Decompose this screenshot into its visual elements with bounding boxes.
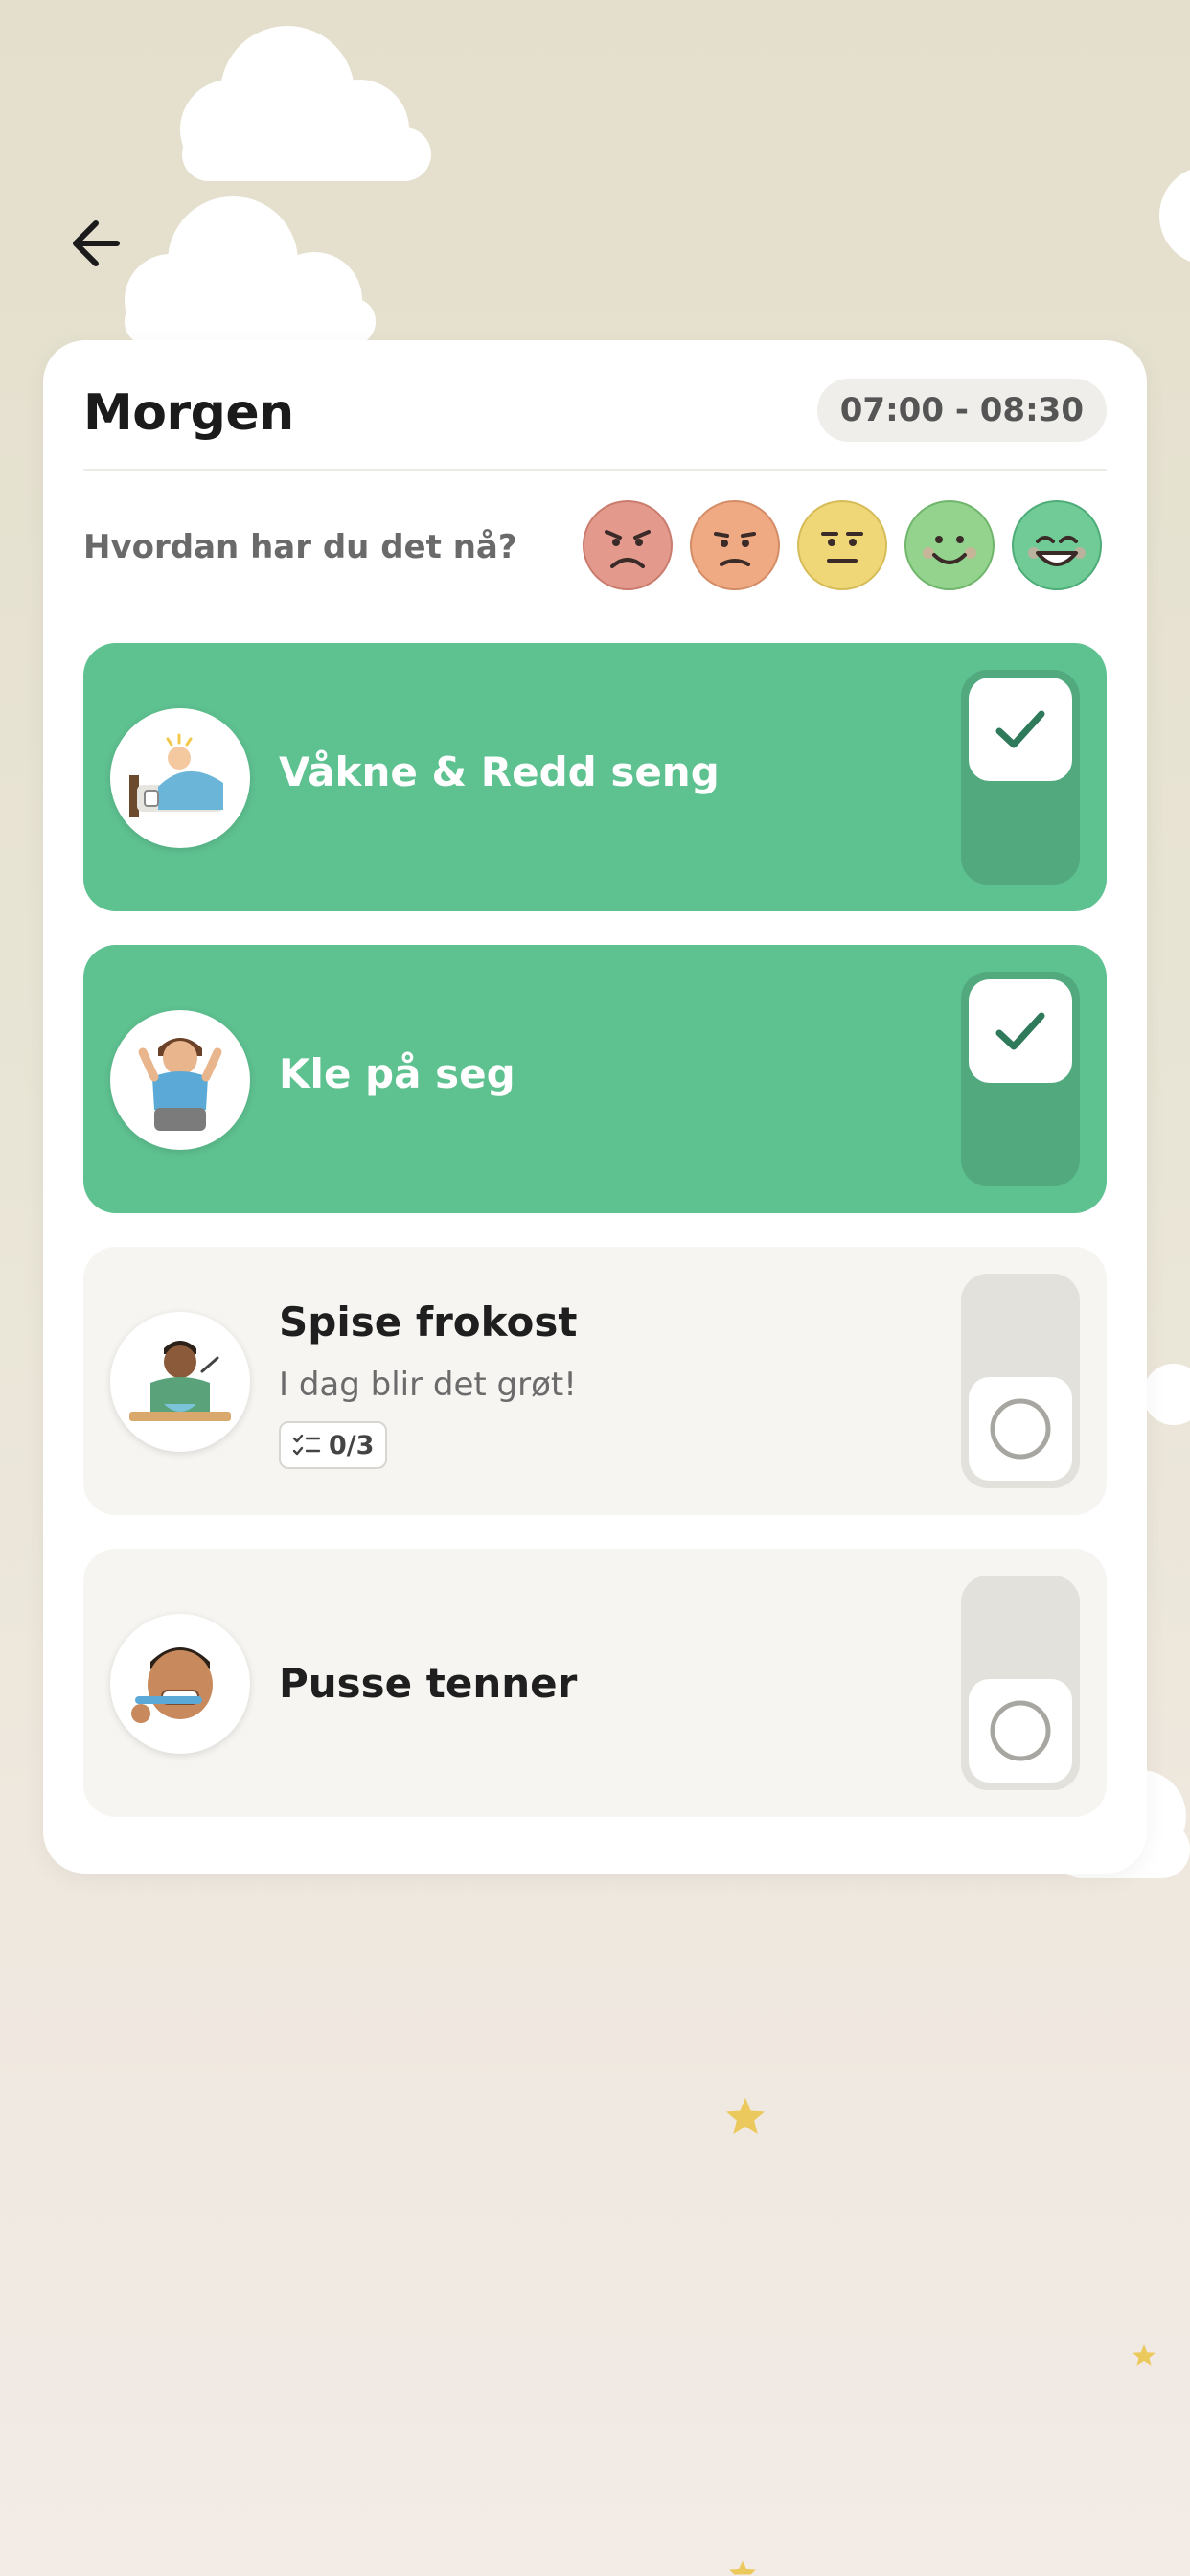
cloud-decoration — [125, 196, 376, 345]
cloud-decoration — [180, 26, 431, 181]
task-illustration — [110, 1614, 250, 1754]
task-item-get-dressed[interactable]: Kle på seg — [83, 945, 1107, 1213]
mood-happy-icon[interactable] — [904, 499, 995, 591]
task-item-wake-up[interactable]: Våkne & Redd seng — [83, 643, 1107, 911]
star-icon — [725, 2097, 766, 2135]
divider — [83, 469, 1107, 471]
task-title: Våkne & Redd seng — [279, 748, 720, 795]
task-title: Kle på seg — [279, 1050, 515, 1097]
routine-header: Morgen 07:00 - 08:30 — [83, 379, 1107, 465]
star-icon — [1133, 2344, 1156, 2366]
task-item-brush-teeth[interactable]: Pusse tenner — [83, 1549, 1107, 1817]
mood-angry-icon[interactable] — [582, 499, 674, 591]
task-checkbox — [969, 1377, 1072, 1481]
checkmark-icon — [995, 1012, 1045, 1050]
empty-circle-icon — [990, 1700, 1051, 1761]
task-checkbox — [969, 979, 1072, 1083]
checklist-badge: 0/3 — [279, 1421, 388, 1469]
task-item-breakfast[interactable]: Spise frokost I dag blir det grøt! 0/3 — [83, 1247, 1107, 1515]
cloud-decoration — [1159, 170, 1190, 262]
task-toggle[interactable] — [961, 1274, 1080, 1488]
task-subtitle: I dag blir det grøt! — [279, 1366, 577, 1404]
checkmark-icon — [995, 710, 1045, 748]
mood-neutral-icon[interactable] — [796, 499, 888, 591]
task-title: Pusse tenner — [279, 1660, 578, 1707]
task-illustration — [110, 1312, 250, 1452]
mood-selector — [582, 499, 1103, 591]
routine-card: Morgen 07:00 - 08:30 Hvordan har du det … — [43, 340, 1147, 1874]
checklist-count: 0/3 — [329, 1430, 375, 1460]
task-illustration — [110, 1010, 250, 1150]
time-range-badge: 07:00 - 08:30 — [816, 379, 1107, 442]
routine-title: Morgen — [83, 384, 294, 442]
task-title: Spise frokost — [279, 1299, 578, 1346]
star-icon — [729, 2560, 756, 2575]
task-checkbox — [969, 678, 1072, 781]
task-toggle[interactable] — [961, 670, 1080, 885]
checklist-icon — [292, 1434, 321, 1456]
arrow-left-icon — [73, 220, 120, 266]
task-toggle[interactable] — [961, 972, 1080, 1186]
back-button[interactable] — [59, 205, 136, 282]
task-illustration — [110, 708, 250, 848]
mood-very-happy-icon[interactable] — [1011, 499, 1103, 591]
task-toggle[interactable] — [961, 1576, 1080, 1790]
empty-circle-icon — [990, 1398, 1051, 1460]
mood-question: Hvordan har du det nå? — [83, 528, 517, 566]
task-checkbox — [969, 1679, 1072, 1782]
mood-annoyed-icon[interactable] — [689, 499, 781, 591]
